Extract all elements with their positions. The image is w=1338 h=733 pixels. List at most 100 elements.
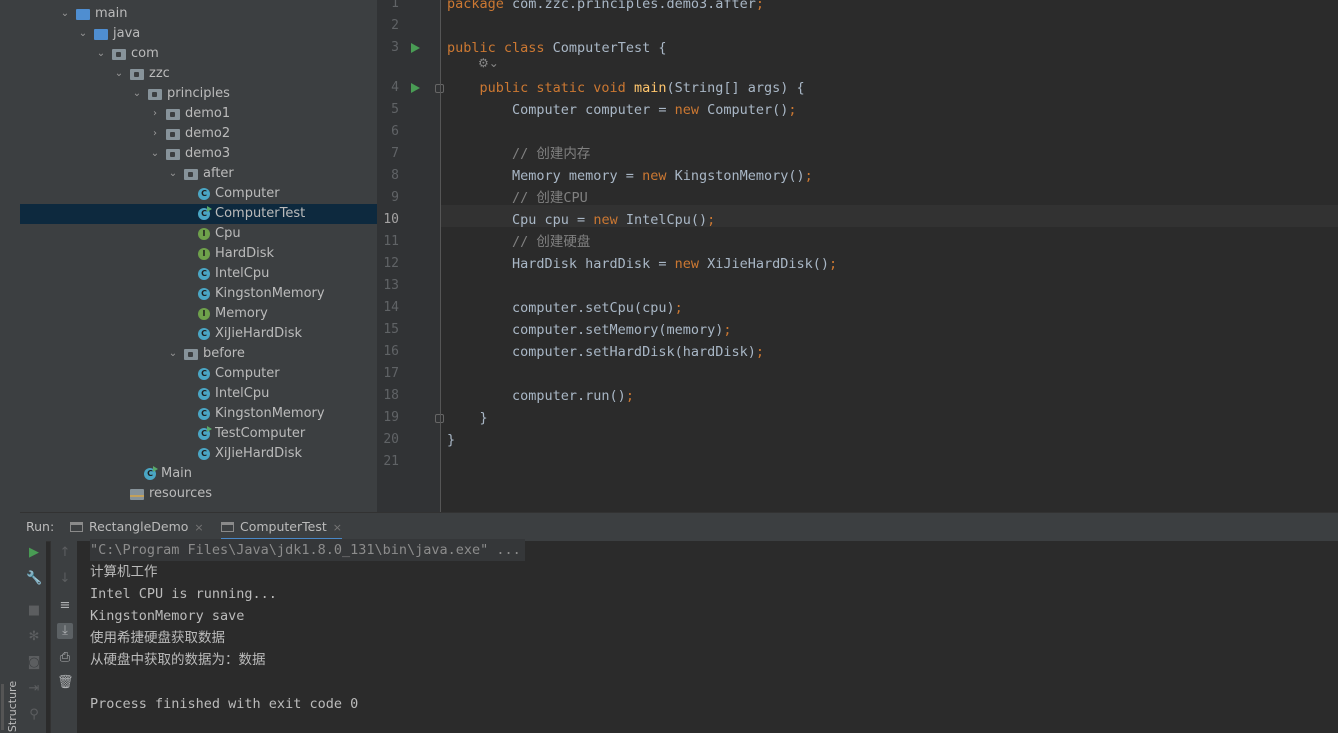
chevron-down-icon[interactable]: ⌄ [150,144,160,164]
trash-icon[interactable]: 🗑 [57,675,74,691]
tree-item[interactable]: ⌄ demo3 [20,144,377,164]
chevron-right-icon[interactable]: › [150,104,160,124]
tree-item-label: HardDisk [215,246,275,261]
console-line: 使用希捷硬盘获取数据 [90,630,225,646]
class-icon: C [198,368,210,380]
tree-item[interactable]: C XiJieHardDisk [20,444,377,464]
chevron-down-icon[interactable]: ⌄ [114,64,124,84]
down-arrow-icon[interactable]: ↓ [57,571,73,587]
tree-item-label: com [131,46,159,61]
tree-item[interactable]: C XiJieHardDisk [20,324,377,344]
tree-item-label: zzc [149,66,170,81]
tree-item[interactable]: resources [20,484,377,504]
tree-item[interactable]: › demo1 [20,104,377,124]
line-number: 11 [383,234,399,249]
tree-item[interactable]: ⌄ main [20,4,377,24]
tree-item[interactable]: I Memory [20,304,377,324]
chevron-right-icon[interactable]: › [150,124,160,144]
run-tab-computertest[interactable]: ComputerTest × [221,513,342,541]
line-number: 2 [391,18,399,33]
tree-item[interactable]: ⌄ java [20,24,377,44]
tree-item[interactable]: C ComputerTest [20,204,377,224]
tree-item[interactable]: C Main [20,464,377,484]
tree-item-label: ComputerTest [215,206,306,221]
class-icon: C [198,328,210,340]
print-icon[interactable]: ⎙ [57,650,73,666]
line-number: 1 [391,0,399,11]
package-icon [112,49,126,60]
tree-item-label: java [113,26,141,41]
tree-item-label: main [95,6,128,21]
code-editor[interactable]: 1 2 3 4 5 6 7 8 9 10 11 12 13 14 15 16 17 18 19 20 21 ⚙⌄ pac… [377,0,1338,512]
folder-icon [76,9,90,20]
run-gutter-icon[interactable] [411,43,420,53]
tree-item[interactable]: C IntelCpu [20,384,377,404]
tree-item[interactable]: C KingstonMemory [20,284,377,304]
tree-item[interactable]: C KingstonMemory [20,404,377,424]
chevron-down-icon[interactable]: ⌄ [78,24,88,44]
tree-item[interactable]: I HardDisk [20,244,377,264]
run-gutter-icon[interactable] [411,83,420,93]
code-token: computer.setHardDisk(hardDisk) [447,344,756,360]
stop-icon[interactable]: ■ [26,603,42,619]
code-line: public class ComputerTest { [447,37,666,59]
tree-item-label: Main [161,466,193,481]
run-console[interactable]: "C:\Program Files\Java\jdk1.8.0_131\bin\… [77,539,1338,733]
tree-item[interactable]: C Computer [20,184,377,204]
project-tree-panel: ⌄ main ⌄ java ⌄ com ⌄ zzc ⌄ principles › demo1 › demo… [20,0,377,512]
tree-item[interactable]: ⌄ com [20,44,377,64]
chevron-down-icon[interactable]: ⌄ [60,4,70,24]
tree-item[interactable]: › demo2 [20,124,377,144]
tree-item[interactable]: ⌄ after [20,164,377,184]
code-line: // 创建CPU [447,187,588,209]
tree-item[interactable]: ⌄ before [20,344,377,364]
tree-item-label: demo1 [185,106,231,121]
login-icon[interactable]: ⇥ [26,681,42,697]
tree-item-label: KingstonMemory [215,406,325,421]
close-icon[interactable]: × [194,521,203,534]
chevron-down-icon[interactable]: ⌄ [96,44,106,64]
tree-item[interactable]: ⌄ principles [20,84,377,104]
camera-icon[interactable]: ◙ [26,655,42,671]
tree-item-label: Computer [215,186,280,201]
tree-item[interactable]: C Computer [20,364,377,384]
rerun-icon[interactable]: ▶ [26,545,42,561]
line-number: 9 [391,190,399,205]
wrench-icon[interactable]: 🔧 [26,571,42,587]
close-icon[interactable]: × [333,521,342,534]
up-arrow-icon[interactable]: ↑ [57,545,73,561]
code-token: (String[] args) { [666,80,805,96]
code-line: package com.zzc.principles.demo3.after; [447,0,764,15]
code-token: ; [707,212,716,228]
tree-item-label: XiJieHardDisk [215,446,302,461]
chevron-down-icon[interactable]: ⌄ [132,84,142,104]
console-line: KingstonMemory save [90,608,245,624]
scroll-to-end-icon[interactable]: ⤓ [57,623,73,639]
code-token: public class [447,40,553,56]
debug-settings-icon[interactable]: ✻ [26,629,42,645]
line-number: 18 [383,388,399,403]
console-command-line: "C:\Program Files\Java\jdk1.8.0_131\bin\… [90,539,525,561]
search-icon[interactable]: ⚲ [26,707,42,723]
chevron-down-icon[interactable]: ⌄ [168,164,178,184]
class-icon: C [198,426,212,440]
tree-item[interactable]: ⌄ zzc [20,64,377,84]
code-line: // 创建硬盘 [447,231,590,253]
code-token: ; [674,300,683,316]
structure-tool-tab[interactable]: Structure [1,681,19,732]
class-icon: C [198,206,212,220]
line-number: 10 [383,212,399,227]
tree-item[interactable]: I Cpu [20,224,377,244]
code-token: // 创建内存 [447,146,591,162]
tree-item-label: Cpu [215,226,241,241]
run-tab-rectangledemo[interactable]: RectangleDemo × [70,513,204,541]
tree-item[interactable]: C IntelCpu [20,264,377,284]
tree-item-label: before [203,346,245,361]
chevron-down-icon[interactable]: ⌄ [168,344,178,364]
code-line: Cpu cpu = new IntelCpu(); [447,209,715,231]
tree-item[interactable]: C TestComputer [20,424,377,444]
editor-gutter: 1 2 3 4 5 6 7 8 9 10 11 12 13 14 15 16 17 18 19 20 21 [377,0,444,512]
class-icon: C [198,188,210,200]
soft-wrap-icon[interactable]: ≡ [57,598,73,614]
